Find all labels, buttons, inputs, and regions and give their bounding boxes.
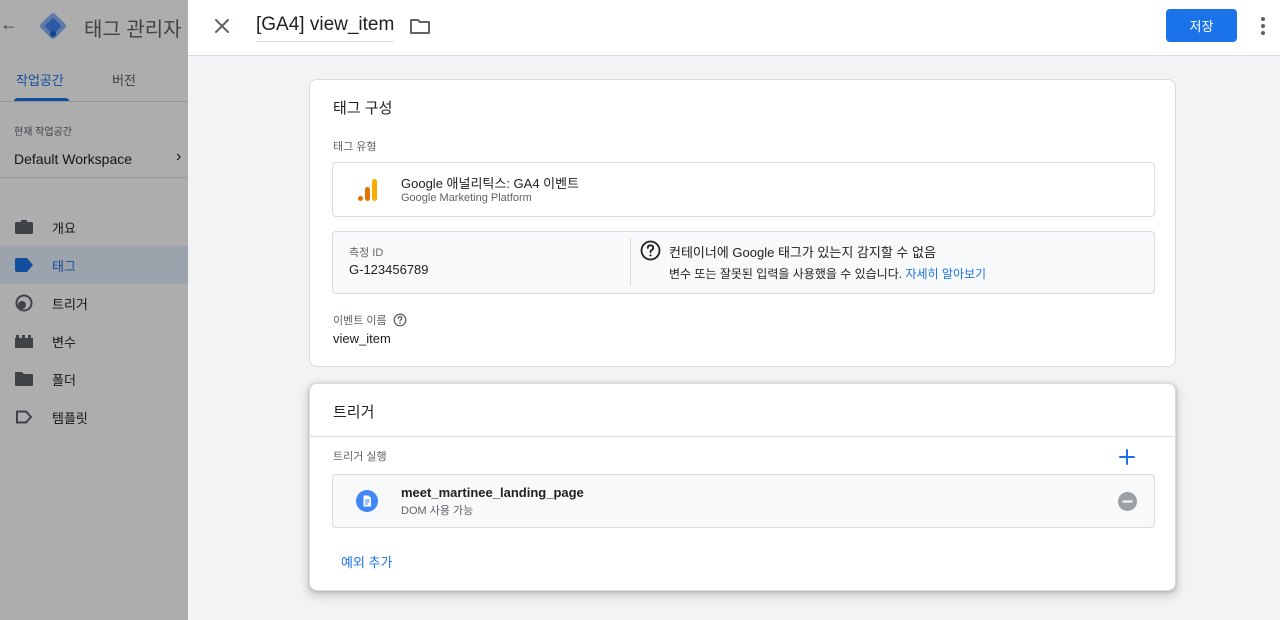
tag-type-name: Google 애널리틱스: GA4 이벤트 [401, 176, 580, 191]
firing-triggers-label: 트리거 실행 [333, 451, 387, 463]
event-name-value[interactable]: view_item [333, 331, 391, 346]
triggering-card: 트리거 트리거 실행 meet_martinee_landing_page DO… [309, 383, 1176, 591]
trigger-type: DOM 사용 가능 [401, 505, 474, 517]
tag-type-provider: Google Marketing Platform [401, 192, 532, 204]
google-analytics-icon [358, 179, 377, 201]
save-button[interactable]: 저장 [1166, 9, 1237, 42]
tag-editor-panel: [GA4] view_item 저장 태그 구성 태그 유형 Google 애널… [188, 0, 1280, 620]
learn-more-link[interactable]: 자세히 알아보기 [905, 267, 986, 281]
warning-title: 컨테이너에 Google 태그가 있는지 감지할 수 없음 [669, 245, 936, 260]
add-trigger-icon[interactable] [1116, 446, 1138, 468]
tag-name-input[interactable]: [GA4] view_item [256, 14, 395, 42]
more-vert-icon[interactable] [1254, 14, 1272, 38]
measurement-id-label: 측정 ID [349, 247, 384, 259]
panel-header: [GA4] view_item 저장 [188, 0, 1280, 56]
dom-ready-trigger-icon [356, 490, 378, 512]
remove-circle-icon[interactable] [1118, 492, 1137, 511]
tag-type-label: 태그 유형 [333, 141, 377, 153]
measurement-id-box: 측정 ID G-123456789 컨테이너에 Google 태그가 있는지 감… [332, 231, 1155, 294]
event-name-label: 이벤트 이름 [333, 315, 387, 327]
tag-configuration-card: 태그 구성 태그 유형 Google 애널리틱스: GA4 이벤트 Google… [309, 79, 1176, 367]
card-title: 트리거 [333, 404, 375, 421]
trigger-name: meet_martinee_landing_page [401, 485, 584, 500]
folder-icon[interactable] [409, 16, 431, 36]
divider [630, 238, 631, 286]
help-circle-icon [640, 240, 661, 261]
tag-type-selector[interactable]: Google 애널리틱스: GA4 이벤트 Google Marketing P… [332, 162, 1155, 217]
close-icon[interactable] [210, 14, 234, 38]
help-icon[interactable] [393, 313, 407, 327]
event-name-label-row: 이벤트 이름 [333, 312, 407, 328]
trigger-item[interactable]: meet_martinee_landing_page DOM 사용 가능 [332, 474, 1155, 528]
add-exception-link[interactable]: 예외 추가 [341, 552, 392, 571]
card-title: 태그 구성 [333, 100, 393, 117]
measurement-id-value[interactable]: G-123456789 [349, 262, 429, 277]
divider [310, 436, 1175, 437]
warning-text: 변수 또는 잘못된 입력을 사용했을 수 있습니다. 자세히 알아보기 [669, 267, 987, 281]
